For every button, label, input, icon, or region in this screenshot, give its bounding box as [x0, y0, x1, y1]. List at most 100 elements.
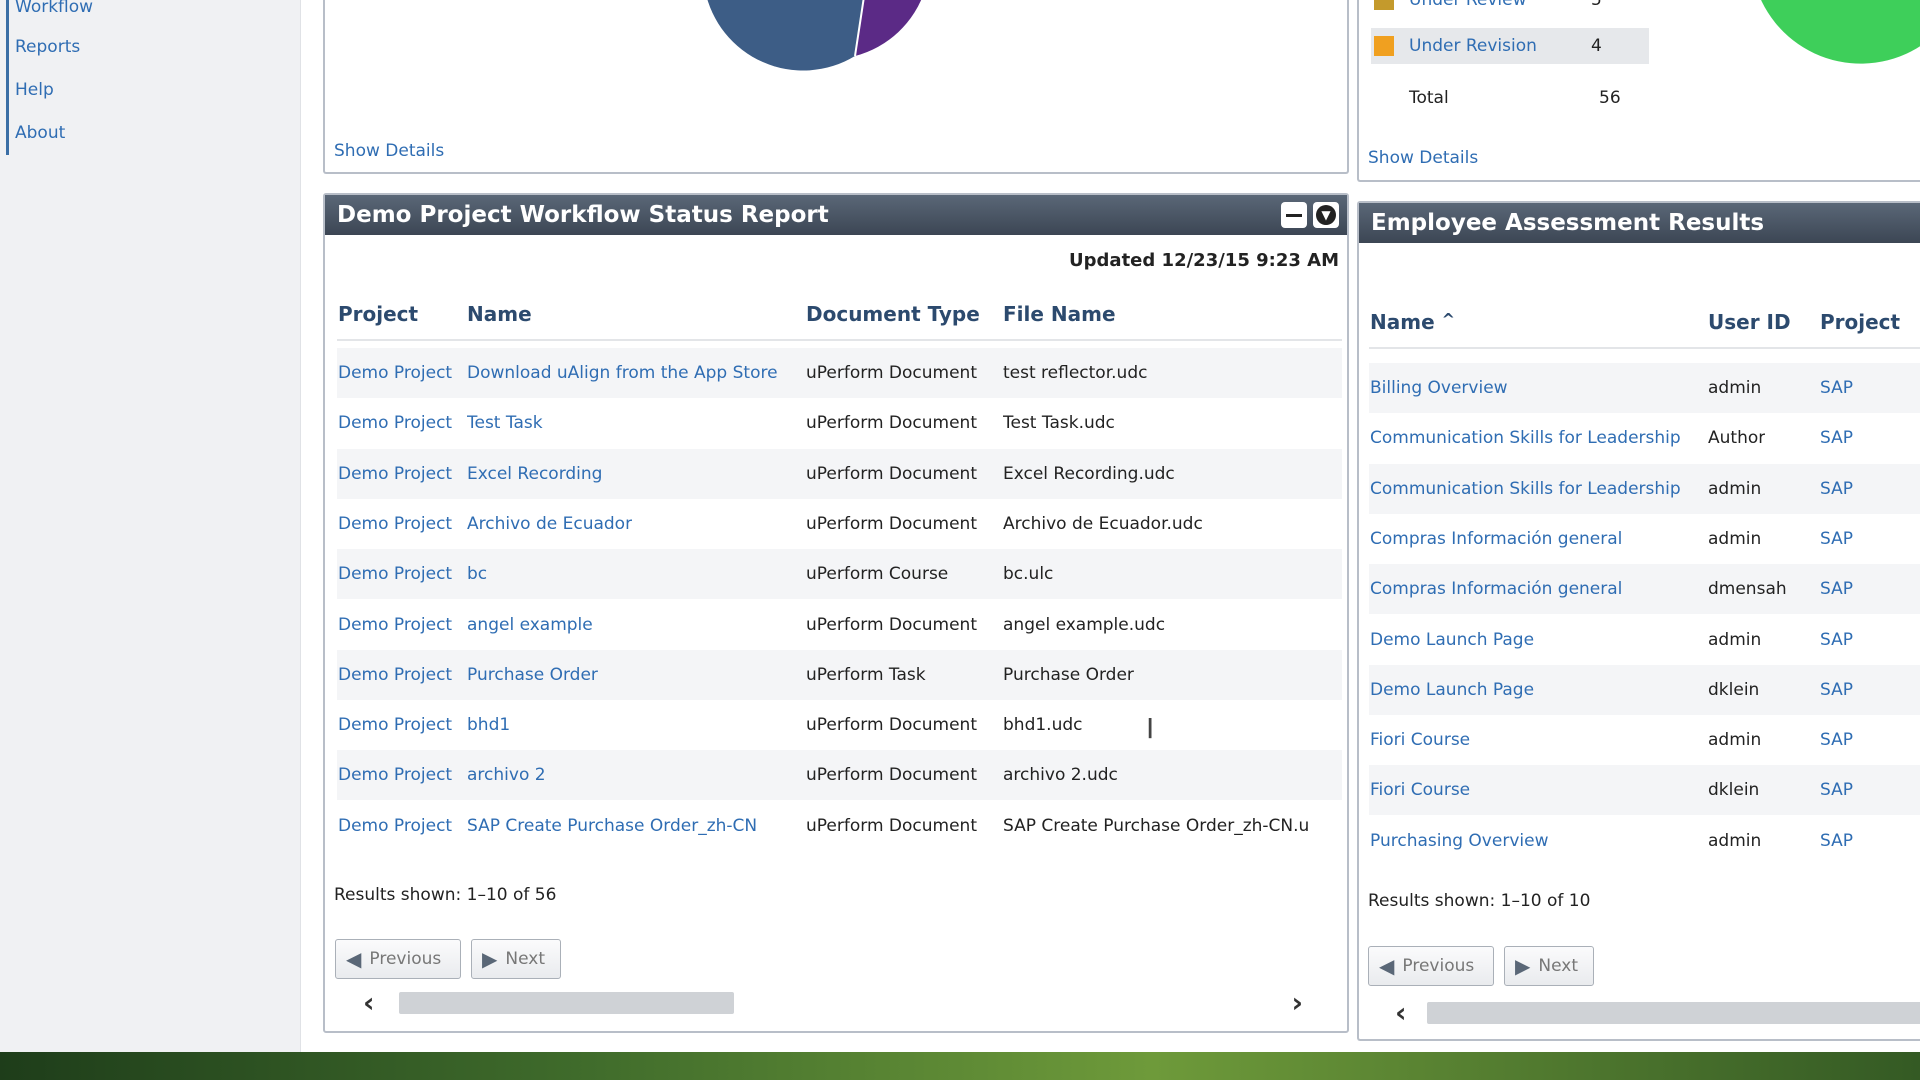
table-row[interactable]: Demo Launch Page admin SAP — [1369, 615, 1920, 665]
sidebar-item-reports[interactable]: Reports — [15, 26, 93, 69]
scroll-left-icon[interactable]: ‹ — [363, 989, 375, 1017]
project-link[interactable]: SAP — [1820, 615, 1853, 665]
file-name: angel example.udc — [1003, 614, 1166, 635]
column-header-project[interactable]: Project — [338, 302, 418, 326]
project-link[interactable]: Demo Project — [338, 700, 452, 750]
project-link[interactable]: SAP — [1820, 665, 1853, 715]
name-link[interactable]: Excel Recording — [467, 449, 602, 499]
show-details-link[interactable]: Show Details — [1368, 148, 1478, 168]
legend-row-under-review: Under Review 5 — [1371, 0, 1646, 18]
column-header-project[interactable]: Project — [1820, 310, 1900, 334]
name-link[interactable]: bc — [467, 549, 487, 599]
column-header-name[interactable]: Name ^ — [1370, 310, 1455, 334]
table-row[interactable]: Demo Project Purchase Order uPerform Task P… — [337, 649, 1342, 700]
name-link[interactable]: Archivo de Ecuador — [467, 499, 632, 549]
table-row[interactable]: Demo Launch Page dklein SAP — [1369, 664, 1920, 715]
table-row[interactable]: Demo Project bhd1 uPerform Document bhd1.ud… — [337, 700, 1342, 750]
table-row[interactable]: Demo Project SAP Create Purchase Order_zh… — [337, 801, 1342, 851]
assessment-name-link[interactable]: Communication Skills for Leadership — [1370, 464, 1681, 514]
assessment-name-link[interactable]: Billing Overview — [1370, 363, 1508, 413]
project-link[interactable]: SAP — [1820, 464, 1853, 514]
panel-header: Demo Project Workflow Status Report ▼ — [325, 195, 1347, 235]
arrow-left-icon: ◀ — [1379, 954, 1395, 978]
project-link[interactable]: Demo Project — [338, 801, 452, 851]
column-header-file-name[interactable]: File Name — [1003, 302, 1116, 326]
project-link[interactable]: Demo Project — [338, 348, 452, 398]
sidebar-item-about[interactable]: About — [15, 112, 93, 155]
document-type: uPerform Course — [806, 564, 949, 585]
project-link[interactable]: SAP — [1820, 514, 1853, 564]
document-type: uPerform Document — [806, 513, 977, 534]
column-header-user-id[interactable]: User ID — [1708, 310, 1791, 334]
sidebar-item-help[interactable]: Help — [15, 69, 93, 112]
table-row[interactable]: Demo Project archivo 2 uPerform Document ar… — [337, 750, 1342, 801]
horizontal-scrollbar[interactable]: ‹ › — [363, 989, 1303, 1017]
project-link[interactable]: Demo Project — [338, 650, 452, 700]
assessment-name-link[interactable]: Fiori Course — [1370, 715, 1470, 765]
table-row[interactable]: Compras Información general dmensah SAP — [1369, 564, 1920, 615]
name-link[interactable]: angel example — [467, 600, 593, 650]
assessment-name-link[interactable]: Demo Launch Page — [1370, 665, 1534, 715]
table-row[interactable]: Demo Project angel example uPerform Docume… — [337, 600, 1342, 650]
next-button[interactable]: ▶ Next — [1504, 946, 1594, 986]
assessment-name-link[interactable]: Purchasing Overview — [1370, 816, 1548, 866]
table-row[interactable]: Fiori Course admin SAP — [1369, 715, 1920, 765]
name-link[interactable]: archivo 2 — [467, 750, 546, 800]
horizontal-scrollbar[interactable]: ‹ — [1395, 999, 1920, 1027]
name-link[interactable]: Download uAlign from the App Store — [467, 348, 778, 398]
project-link[interactable]: Demo Project — [338, 750, 452, 800]
sidebar-item-workflow[interactable]: Workflow — [15, 0, 93, 26]
table-row[interactable]: Fiori Course dklein SAP — [1369, 765, 1920, 816]
scrollbar-thumb[interactable] — [399, 992, 734, 1014]
name-link[interactable]: Test Task — [467, 398, 543, 448]
scroll-right-icon[interactable]: › — [1291, 989, 1303, 1017]
previous-button[interactable]: ◀ Previous — [1368, 946, 1494, 986]
minimize-button[interactable] — [1281, 202, 1307, 228]
table-row[interactable]: Demo Project bc uPerform Course bc.ulc — [337, 549, 1342, 600]
user-id: admin — [1708, 378, 1762, 398]
assessment-name-link[interactable]: Compras Información general — [1370, 514, 1622, 564]
assessment-name-link[interactable]: Communication Skills for Leadership — [1370, 413, 1681, 463]
name-link[interactable]: bhd1 — [467, 700, 510, 750]
project-link[interactable]: SAP — [1820, 564, 1853, 614]
project-link[interactable]: SAP — [1820, 363, 1853, 413]
column-header-document-type[interactable]: Document Type — [806, 302, 980, 326]
next-button[interactable]: ▶ Next — [471, 939, 561, 979]
assessment-name-link[interactable]: Demo Launch Page — [1370, 615, 1534, 665]
name-link[interactable]: Purchase Order — [467, 650, 598, 700]
table-row[interactable]: Demo Project Excel Recording uPerform Docu… — [337, 448, 1342, 499]
table-row[interactable]: Compras Información general admin SAP — [1369, 514, 1920, 564]
table-row[interactable]: Billing Overview admin SAP — [1369, 363, 1920, 413]
next-label: Next — [1538, 956, 1578, 976]
project-link[interactable]: Demo Project — [338, 449, 452, 499]
table-row[interactable]: Demo Project Test Task uPerform Document Te… — [337, 398, 1342, 448]
scrollbar-thumb[interactable] — [1427, 1002, 1920, 1024]
user-id: dklein — [1708, 679, 1760, 700]
table-row[interactable]: Communication Skills for Leadership Autho… — [1369, 413, 1920, 463]
table-row[interactable]: Demo Project Archivo de Ecuador uPerform D… — [337, 499, 1342, 549]
assessment-name-link[interactable]: Fiori Course — [1370, 765, 1470, 815]
document-type: uPerform Document — [806, 815, 977, 836]
project-link[interactable]: Demo Project — [338, 549, 452, 599]
name-link[interactable]: SAP Create Purchase Order_zh-CN — [467, 801, 757, 851]
arrow-right-icon: ▶ — [1515, 954, 1531, 978]
project-link[interactable]: SAP — [1820, 715, 1853, 765]
assessment-name-link[interactable]: Compras Información general — [1370, 564, 1622, 614]
table-row[interactable]: Demo Project Download uAlign from the App… — [337, 348, 1342, 398]
show-details-link[interactable]: Show Details — [334, 141, 444, 161]
document-type: uPerform Document — [806, 715, 977, 736]
column-header-name[interactable]: Name — [467, 302, 532, 326]
project-link[interactable]: Demo Project — [338, 600, 452, 650]
options-button[interactable]: ▼ — [1313, 202, 1339, 228]
table-row[interactable]: Communication Skills for Leadership admin… — [1369, 463, 1920, 514]
scroll-left-icon[interactable]: ‹ — [1395, 999, 1407, 1027]
legend-swatch — [1374, 0, 1394, 10]
table-row[interactable]: Purchasing Overview admin SAP — [1369, 816, 1920, 866]
project-link[interactable]: SAP — [1820, 765, 1853, 815]
project-link[interactable]: Demo Project — [338, 499, 452, 549]
project-link[interactable]: SAP — [1820, 816, 1853, 866]
previous-button[interactable]: ◀ Previous — [335, 939, 461, 979]
project-link[interactable]: Demo Project — [338, 398, 452, 448]
project-link[interactable]: SAP — [1820, 413, 1853, 463]
pie-slice-green — [1761, 0, 1920, 64]
